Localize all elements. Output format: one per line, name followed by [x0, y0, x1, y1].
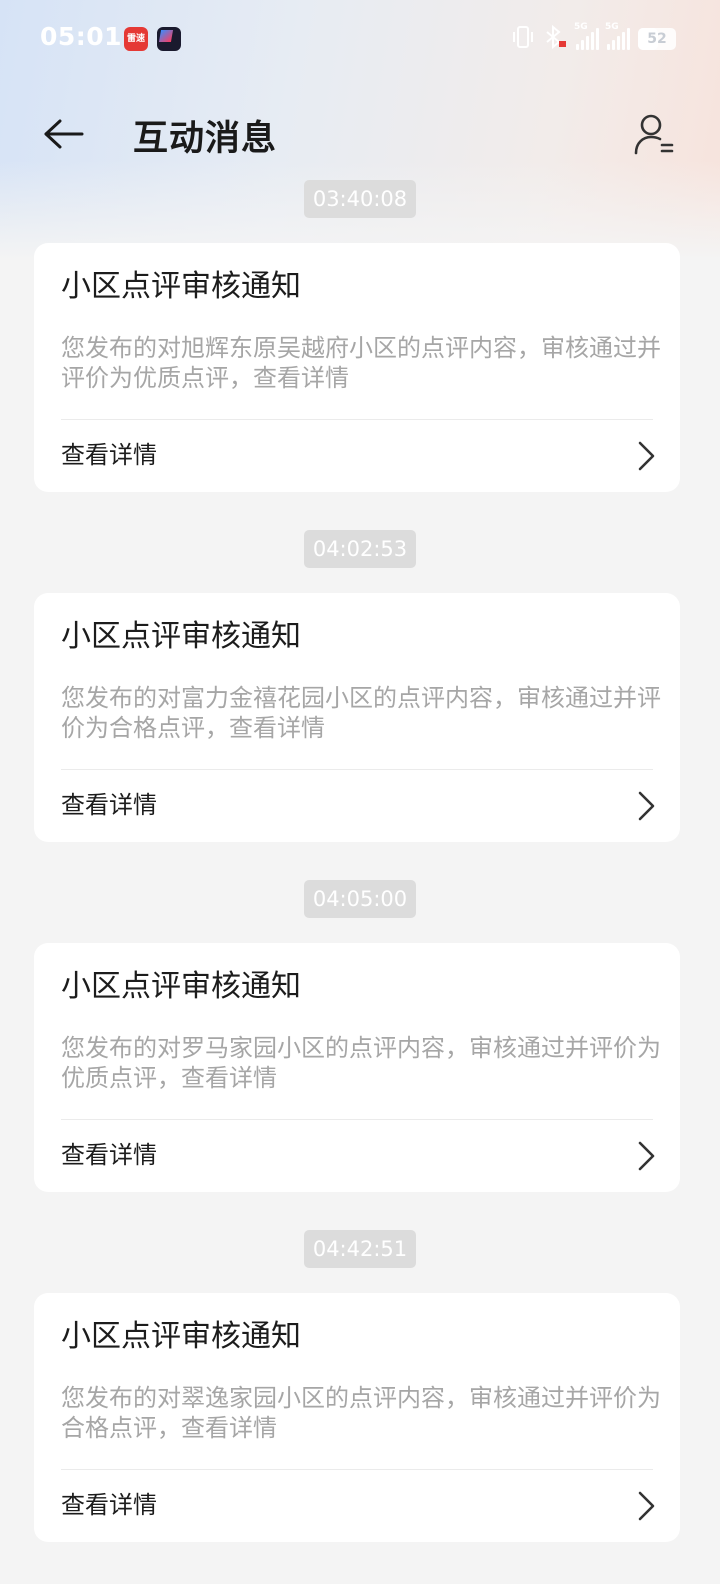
view-details-button[interactable]: 查看详情 — [34, 420, 680, 492]
view-details-button[interactable]: 查看详情 — [34, 1470, 680, 1542]
message-body: 您发布的对旭辉东原吴越府小区的点评内容，审核通过并评价为优质点评，查看详情 — [61, 334, 661, 392]
message-title: 小区点评审核通知 — [61, 1319, 301, 1354]
message-body: 您发布的对富力金禧花园小区的点评内容，审核通过并评价为合格点评，查看详情 — [61, 684, 661, 742]
bluetooth-icon — [542, 24, 568, 54]
message-group: 04:05:00 小区点评审核通知 您发布的对罗马家园小区的点评内容，审核通过并… — [0, 880, 720, 1192]
message-card[interactable]: 小区点评审核通知 您发布的对翠逸家园小区的点评内容，审核通过并评价为合格点评，查… — [34, 1293, 680, 1542]
status-bar: 05:01 雷速 5G 5G 52 — [0, 0, 720, 80]
status-time: 05:01 — [40, 22, 123, 51]
message-feed: 03:40:08 小区点评审核通知 您发布的对旭辉东原吴越府小区的点评内容，审核… — [0, 180, 720, 1580]
message-timestamp: 03:40:08 — [303, 180, 417, 218]
view-details-button[interactable]: 查看详情 — [34, 770, 680, 842]
chevron-right-icon — [638, 1491, 655, 1521]
message-card[interactable]: 小区点评审核通知 您发布的对富力金禧花园小区的点评内容，审核通过并评价为合格点评… — [34, 593, 680, 842]
status-indicators: 5G 5G 52 — [512, 22, 676, 54]
leisu-app-icon: 雷速 — [124, 27, 148, 51]
user-icon — [634, 114, 674, 155]
back-button[interactable] — [40, 112, 88, 156]
message-card[interactable]: 小区点评审核通知 您发布的对罗马家园小区的点评内容，审核通过并评价为优质点评，查… — [34, 943, 680, 1192]
battery-icon: 52 — [638, 28, 676, 50]
vibrate-icon — [512, 24, 534, 54]
battery-level-text: 52 — [647, 31, 667, 47]
chevron-right-icon — [638, 441, 655, 471]
chevron-right-icon — [638, 1141, 655, 1171]
app-header: 互动消息 — [0, 96, 720, 172]
message-timestamp: 04:05:00 — [303, 880, 417, 918]
view-details-label: 查看详情 — [61, 1141, 157, 1169]
view-details-label: 查看详情 — [61, 791, 157, 819]
message-title: 小区点评审核通知 — [61, 619, 301, 654]
message-timestamp: 04:02:53 — [303, 530, 417, 568]
message-group: 04:42:51 小区点评审核通知 您发布的对翠逸家园小区的点评内容，审核通过并… — [0, 1230, 720, 1542]
message-timestamp: 04:42:51 — [303, 1230, 417, 1268]
message-group: 04:02:53 小区点评审核通知 您发布的对富力金禧花园小区的点评内容，审核通… — [0, 530, 720, 842]
cellular-signal-1-icon: 5G — [574, 22, 599, 50]
chevron-right-icon — [638, 791, 655, 821]
view-details-label: 查看详情 — [61, 441, 157, 469]
message-title: 小区点评审核通知 — [61, 269, 301, 304]
back-arrow-icon — [44, 119, 84, 149]
message-body: 您发布的对翠逸家园小区的点评内容，审核通过并评价为合格点评，查看详情 — [61, 1384, 661, 1442]
message-body: 您发布的对罗马家园小区的点评内容，审核通过并评价为优质点评，查看详情 — [61, 1034, 661, 1092]
message-card[interactable]: 小区点评审核通知 您发布的对旭辉东原吴越府小区的点评内容，审核通过并评价为优质点… — [34, 243, 680, 492]
cellular-signal-2-icon: 5G — [605, 22, 630, 50]
page-title: 互动消息 — [133, 119, 278, 159]
message-group: 03:40:08 小区点评审核通知 您发布的对旭辉东原吴越府小区的点评内容，审核… — [0, 180, 720, 492]
message-title: 小区点评审核通知 — [61, 969, 301, 1004]
view-details-label: 查看详情 — [61, 1491, 157, 1519]
app-notification-icon — [157, 27, 181, 51]
user-settings-button[interactable] — [628, 108, 680, 160]
view-details-button[interactable]: 查看详情 — [34, 1120, 680, 1192]
